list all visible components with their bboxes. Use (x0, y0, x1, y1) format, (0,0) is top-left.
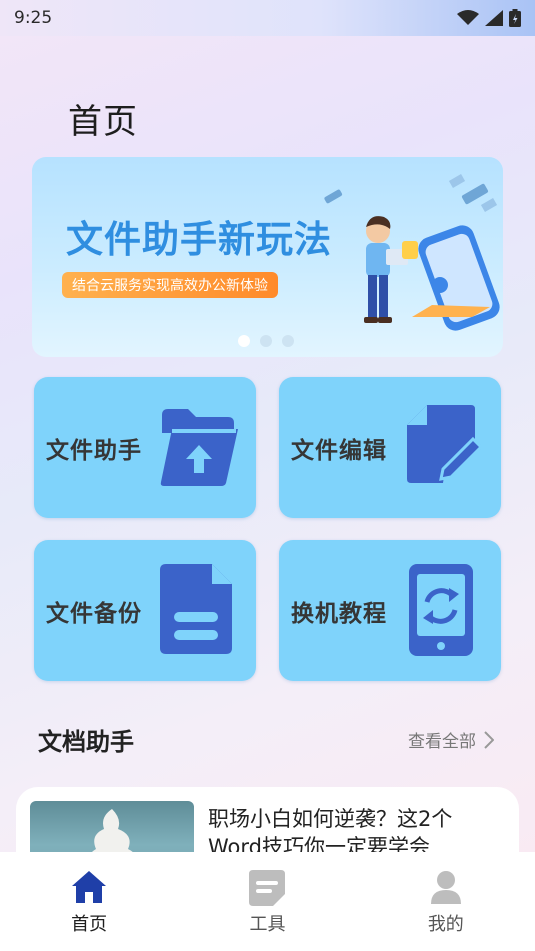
bottom-tab-bar: 首页 工具 我的 (0, 852, 535, 951)
banner-dot-1[interactable] (238, 335, 250, 347)
tab-tools[interactable]: 工具 (178, 852, 356, 951)
card-file-assistant[interactable]: 文件助手 (34, 377, 256, 518)
banner-subtitle: 结合云服务实现高效办公新体验 (62, 272, 278, 298)
banner-dot-2[interactable] (260, 335, 272, 347)
tab-label: 首页 (71, 914, 108, 935)
view-all-link[interactable]: 查看全部 (408, 727, 494, 752)
document-edit-icon (407, 405, 481, 483)
banner-dot-3[interactable] (282, 335, 294, 347)
page-title: 首页 (68, 102, 138, 142)
tab-profile[interactable]: 我的 (357, 852, 535, 951)
section-title: 文档助手 (38, 728, 134, 756)
home-icon (72, 871, 107, 903)
status-icons (457, 9, 521, 27)
card-phone-transfer[interactable]: 换机教程 (279, 540, 501, 681)
signal-icon (485, 10, 503, 26)
person-illustration (364, 216, 418, 323)
card-label: 文件备份 (46, 600, 142, 627)
card-file-edit[interactable]: 文件编辑 (279, 377, 501, 518)
tools-icon (249, 870, 286, 906)
card-label: 文件助手 (46, 437, 142, 464)
card-file-backup[interactable]: 文件备份 (34, 540, 256, 681)
tab-label: 我的 (427, 914, 464, 935)
status-time: 9:25 (14, 8, 53, 28)
view-all-label: 查看全部 (408, 732, 476, 752)
chevron-right-icon (484, 730, 494, 749)
phone-sync-icon (409, 564, 473, 656)
satellite-icon (324, 174, 498, 212)
battery-icon (509, 9, 521, 27)
banner-title: 文件助手新玩法 (66, 218, 332, 261)
profile-icon (430, 871, 461, 904)
banner-pagination (238, 335, 294, 347)
card-label: 换机教程 (291, 600, 387, 627)
phone-illustration (412, 225, 500, 331)
folder-upload-icon (160, 409, 238, 486)
promo-banner[interactable]: 文件助手新玩法 结合云服务实现高效办公新体验 (32, 157, 503, 357)
banner-illustration (324, 174, 500, 331)
document-backup-icon (160, 564, 232, 654)
tab-label: 工具 (249, 914, 286, 935)
status-bar: 9:25 (0, 0, 535, 36)
wifi-icon (457, 10, 479, 25)
tab-home[interactable]: 首页 (0, 852, 178, 951)
card-label: 文件编辑 (291, 437, 387, 464)
